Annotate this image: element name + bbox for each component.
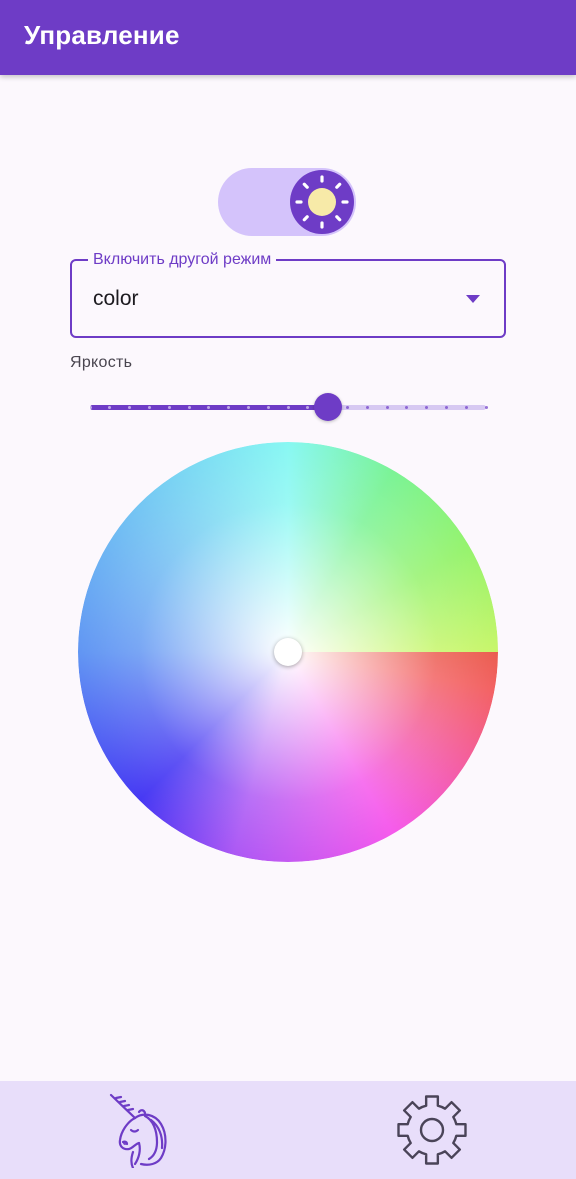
slider-tick	[444, 406, 448, 409]
bottom-navigation	[0, 1081, 576, 1179]
slider-tick	[464, 406, 468, 409]
sun-icon	[295, 175, 349, 229]
slider-thumb[interactable]	[314, 393, 342, 421]
slider-tick	[286, 406, 290, 409]
brightness-label: Яркость	[70, 354, 133, 371]
settings-gear-icon	[397, 1095, 467, 1165]
color-picker-cursor[interactable]	[274, 638, 302, 666]
app-title: Управление	[24, 20, 180, 50]
mode-select-label: Включить другой режим	[88, 250, 277, 270]
slider-tick	[365, 406, 369, 409]
slider-tick	[88, 406, 92, 409]
dropdown-arrow-icon[interactable]	[466, 295, 480, 303]
slider-tick	[147, 406, 151, 409]
slider-tick	[167, 406, 171, 409]
brightness-slider[interactable]	[88, 392, 488, 422]
slider-tick	[385, 406, 389, 409]
nav-item-settings[interactable]	[288, 1081, 576, 1179]
color-wheel[interactable]	[78, 442, 498, 862]
mode-select-value: color	[93, 287, 139, 310]
unicorn-icon	[109, 1093, 167, 1168]
mode-select-dropdown[interactable]: Включить другой режим color	[70, 250, 506, 338]
toggle-thumb[interactable]	[290, 170, 354, 234]
mode-toggle-switch[interactable]	[218, 168, 356, 236]
slider-tick	[187, 406, 191, 409]
slider-tick	[345, 406, 349, 409]
top-app-bar: Управление	[0, 0, 576, 75]
slider-tick	[484, 406, 488, 409]
slider-tick	[266, 406, 270, 409]
nav-item-modes[interactable]	[0, 1081, 288, 1179]
slider-tick	[246, 406, 250, 409]
